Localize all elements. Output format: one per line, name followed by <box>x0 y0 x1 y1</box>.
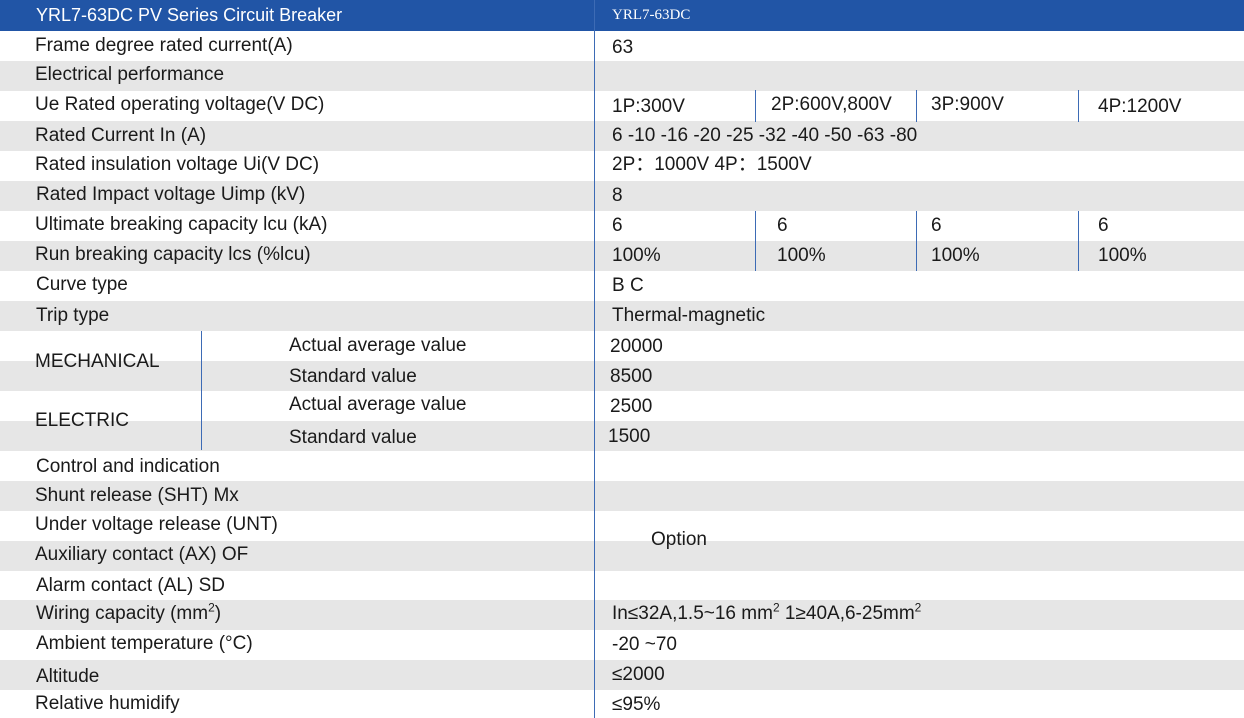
value-altitude: ≤2000 <box>612 664 665 685</box>
wiring-value-b: 1≥40A,6-25mm <box>779 603 915 624</box>
value-impact-voltage: 8 <box>612 185 623 206</box>
wiring-label-end: ) <box>214 603 222 624</box>
value-icu-1: 6 <box>612 215 623 236</box>
value-electric-standard: 1500 <box>608 426 651 447</box>
row-label-electrical-performance: Electrical performance <box>35 64 225 85</box>
row-label-electric-actual: Actual average value <box>289 394 467 415</box>
table-title: YRL7-63DC PV Series Circuit Breaker <box>36 5 343 25</box>
value-option: Option <box>651 529 707 550</box>
cell-divider <box>916 211 917 271</box>
row-label-impact-voltage: Rated Impact voltage Uimp (kV) <box>36 184 306 205</box>
value-ue-1p: 1P:300V <box>612 96 685 117</box>
value-icu-4: 6 <box>1098 215 1109 236</box>
cell-divider <box>1078 90 1079 122</box>
value-ambient-temp: -20 ~70 <box>612 634 677 655</box>
cell-divider <box>755 90 756 122</box>
value-curve-type: B C <box>612 275 644 296</box>
value-ics-4: 100% <box>1098 245 1147 266</box>
row-label-mechanical-actual: Actual average value <box>289 335 467 356</box>
row-label-curve-type: Curve type <box>36 274 128 295</box>
cell-divider <box>1078 211 1079 271</box>
row-label-icu: Ultimate breaking capacity lcu (kA) <box>35 214 328 235</box>
value-ics-1: 100% <box>612 245 661 266</box>
value-ue-2p: 2P:600V,800V <box>771 94 892 115</box>
value-humidity: ≤95% <box>612 694 661 715</box>
wiring-label-sup: 2 <box>208 600 215 615</box>
row-label-insulation-voltage: Rated insulation voltage Ui(V DC) <box>35 154 320 175</box>
group-divider <box>201 331 202 450</box>
value-trip-type: Thermal-magnetic <box>612 305 766 326</box>
row-label-humidity: Relative humidify <box>35 693 180 714</box>
value-ue-3p: 3P:900V <box>931 94 1004 115</box>
row-label-ambient-temp: Ambient temperature (°C) <box>36 633 253 654</box>
wiring-label-text: Wiring capacity (mm <box>36 603 209 624</box>
wiring-value-a: In≤32A,1.5~16 mm <box>612 603 773 624</box>
row-label-auxiliary-contact: Auxiliary contact (AX) OF <box>35 544 249 565</box>
column-divider <box>594 0 595 718</box>
row-label-wiring: Wiring capacity (mm2) <box>36 600 222 625</box>
group-label-mechanical: MECHANICAL <box>35 351 160 372</box>
value-ue-4p: 4P:1200V <box>1098 96 1182 117</box>
value-ics-2: 100% <box>777 245 826 266</box>
row-label-mechanical-standard: Standard value <box>289 366 417 387</box>
value-insulation-voltage: 2P：1000V 4P：1500V <box>612 154 812 175</box>
row-label-shunt-release: Shunt release (SHT) Mx <box>35 485 239 506</box>
group-label-electric: ELECTRIC <box>35 410 129 431</box>
value-rated-current: 6 -10 -16 -20 -25 -32 -40 -50 -63 -80 <box>612 125 918 146</box>
value-frame-current: 63 <box>612 37 634 58</box>
cell-divider <box>916 90 917 122</box>
wiring-value-b-sup: 2 <box>914 600 922 615</box>
table-header: YRL7-63DC PV Series Circuit Breaker YRL7… <box>0 0 1244 31</box>
row-label-frame-current: Frame degree rated current(A) <box>35 35 293 56</box>
row-label-altitude: Altitude <box>36 666 100 687</box>
value-icu-2: 6 <box>777 215 788 236</box>
value-icu-3: 6 <box>931 215 942 236</box>
value-mechanical-standard: 8500 <box>610 366 653 387</box>
value-wiring: In≤32A,1.5~16 mm2 1≥40A,6-25mm2 <box>612 600 922 625</box>
row-label-under-voltage: Under voltage release (UNT) <box>35 514 278 535</box>
row-label-control-indication: Control and indication <box>36 456 220 477</box>
value-electric-actual: 2500 <box>610 396 653 417</box>
row-label-ics: Run breaking capacity lcs (%lcu) <box>35 244 311 265</box>
cell-divider <box>755 211 756 271</box>
wiring-value-a-sup: 2 <box>772 600 780 615</box>
value-ics-3: 100% <box>931 245 980 266</box>
row-label-ue-voltage: Ue Rated operating voltage(V DC) <box>35 94 325 115</box>
row-label-alarm-contact: Alarm contact (AL) SD <box>36 575 225 596</box>
model-name: YRL7-63DC <box>612 7 691 23</box>
row-label-trip-type: Trip type <box>36 305 110 326</box>
row-label-rated-current: Rated Current In (A) <box>35 125 207 146</box>
value-mechanical-actual: 20000 <box>610 336 663 357</box>
row-label-electric-standard: Standard value <box>289 427 417 448</box>
